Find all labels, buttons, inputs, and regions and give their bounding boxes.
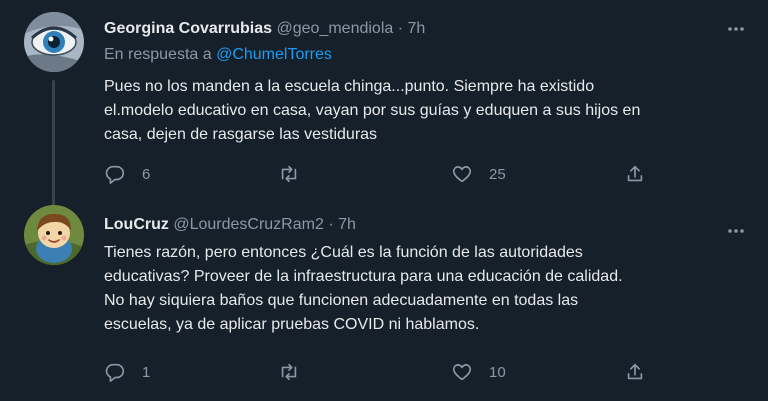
- tweet-actions: 1 10: [104, 359, 768, 385]
- share-icon: [627, 363, 643, 380]
- tweet-text: Pues no los manden a la escuela chinga..…: [104, 78, 641, 143]
- separator-dot: ·: [397, 20, 404, 37]
- reply-count: 1: [142, 363, 151, 381]
- tweet-text: Tienes razón, pero entonces ¿Cuál es la …: [104, 244, 623, 333]
- retweet-icon: [281, 165, 297, 183]
- tweet-content: Georgina Covarrubias @geo_mendiola · 7h …: [104, 18, 748, 147]
- more-icon: [728, 27, 744, 31]
- heart-icon: [452, 166, 472, 183]
- tweet-actions: 6 25: [104, 161, 768, 187]
- share-button[interactable]: [624, 359, 646, 385]
- author-name[interactable]: LouCruz: [104, 216, 169, 233]
- tweet-content: LouCruz @LourdesCruzRam2 · 7h Tienes raz…: [104, 214, 748, 337]
- avatar[interactable]: [24, 12, 84, 72]
- reply-count: 6: [142, 165, 151, 183]
- thread-line: [52, 80, 55, 210]
- tweet-header: LouCruz @LourdesCruzRam2 · 7h: [104, 214, 748, 236]
- avatar[interactable]: [24, 205, 84, 265]
- reply-icon: [105, 363, 125, 382]
- retweet-button[interactable]: [278, 359, 316, 385]
- author-name[interactable]: Georgina Covarrubias: [104, 20, 272, 37]
- reply-prefix: En respuesta a: [104, 46, 217, 63]
- share-button[interactable]: [624, 161, 646, 187]
- author-handle[interactable]: @LourdesCruzRam2: [173, 216, 324, 233]
- reply-button[interactable]: 6: [104, 161, 150, 187]
- like-count: 25: [489, 165, 506, 183]
- like-button[interactable]: 25: [451, 161, 506, 187]
- tweet-time[interactable]: 7h: [408, 20, 426, 37]
- separator-dot: ·: [328, 216, 334, 233]
- author-handle[interactable]: @geo_mendiola: [277, 20, 394, 37]
- tweet-time[interactable]: 7h: [338, 216, 356, 233]
- reply-context: En respuesta a @ChumelTorres: [104, 44, 748, 66]
- reply-mention-link[interactable]: @ChumelTorres: [216, 46, 332, 63]
- share-icon: [627, 165, 643, 182]
- reply-icon: [105, 165, 125, 184]
- more-options-button[interactable]: [724, 219, 748, 243]
- like-button[interactable]: 10: [451, 359, 506, 385]
- heart-icon: [452, 364, 472, 381]
- more-icon: [728, 229, 744, 233]
- tweet[interactable]: Georgina Covarrubias @geo_mendiola · 7h …: [0, 0, 768, 210]
- like-count: 10: [489, 363, 506, 381]
- retweet-button[interactable]: [278, 161, 316, 187]
- reply-button[interactable]: 1: [104, 359, 150, 385]
- retweet-icon: [281, 363, 297, 381]
- tweet-header: Georgina Covarrubias @geo_mendiola · 7h: [104, 18, 748, 40]
- more-options-button[interactable]: [724, 17, 748, 41]
